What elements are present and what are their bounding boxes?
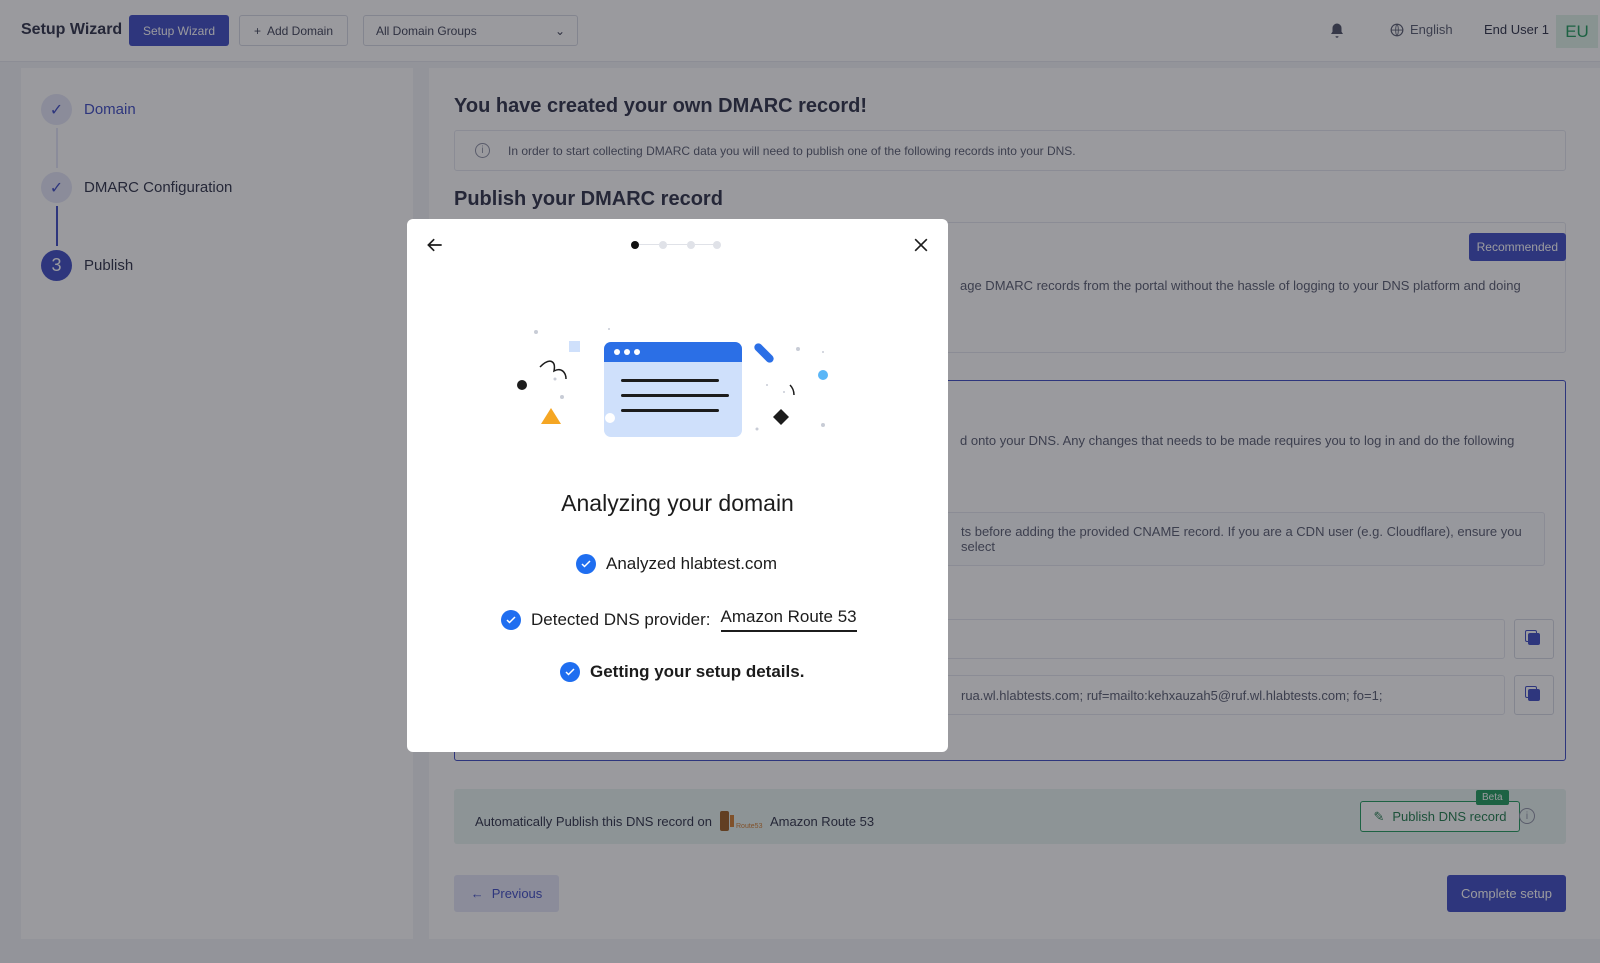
progress-dot [659,241,667,249]
modal-title: Analyzing your domain [561,490,794,516]
analyzed-label: Analyzed hlabtest.com [606,554,778,573]
check-circle-icon [501,609,521,630]
arrow-left-icon[interactable] [425,235,445,255]
progress-dot [713,241,721,249]
detected-label: Detected DNS provider: [531,609,711,629]
browser-illustration [517,328,828,437]
check-circle-icon [576,554,596,574]
getting-details-label: Getting your setup details. [590,662,805,681]
analyzing-modal: Analyzing your domain Analyzed hlabtest.… [407,219,948,752]
getting-details-row: Getting your setup details. [560,662,804,682]
check-circle-icon [560,662,580,682]
progress-dot [631,241,639,249]
analyzed-row: Analyzed hlabtest.com [576,554,777,574]
close-icon[interactable] [911,235,931,255]
dns-provider-select[interactable]: Amazon Route 53 [720,607,857,632]
detected-row: Detected DNS provider: Amazon Route 53 [501,607,857,632]
progress-dots [631,241,721,249]
progress-dot [687,241,695,249]
